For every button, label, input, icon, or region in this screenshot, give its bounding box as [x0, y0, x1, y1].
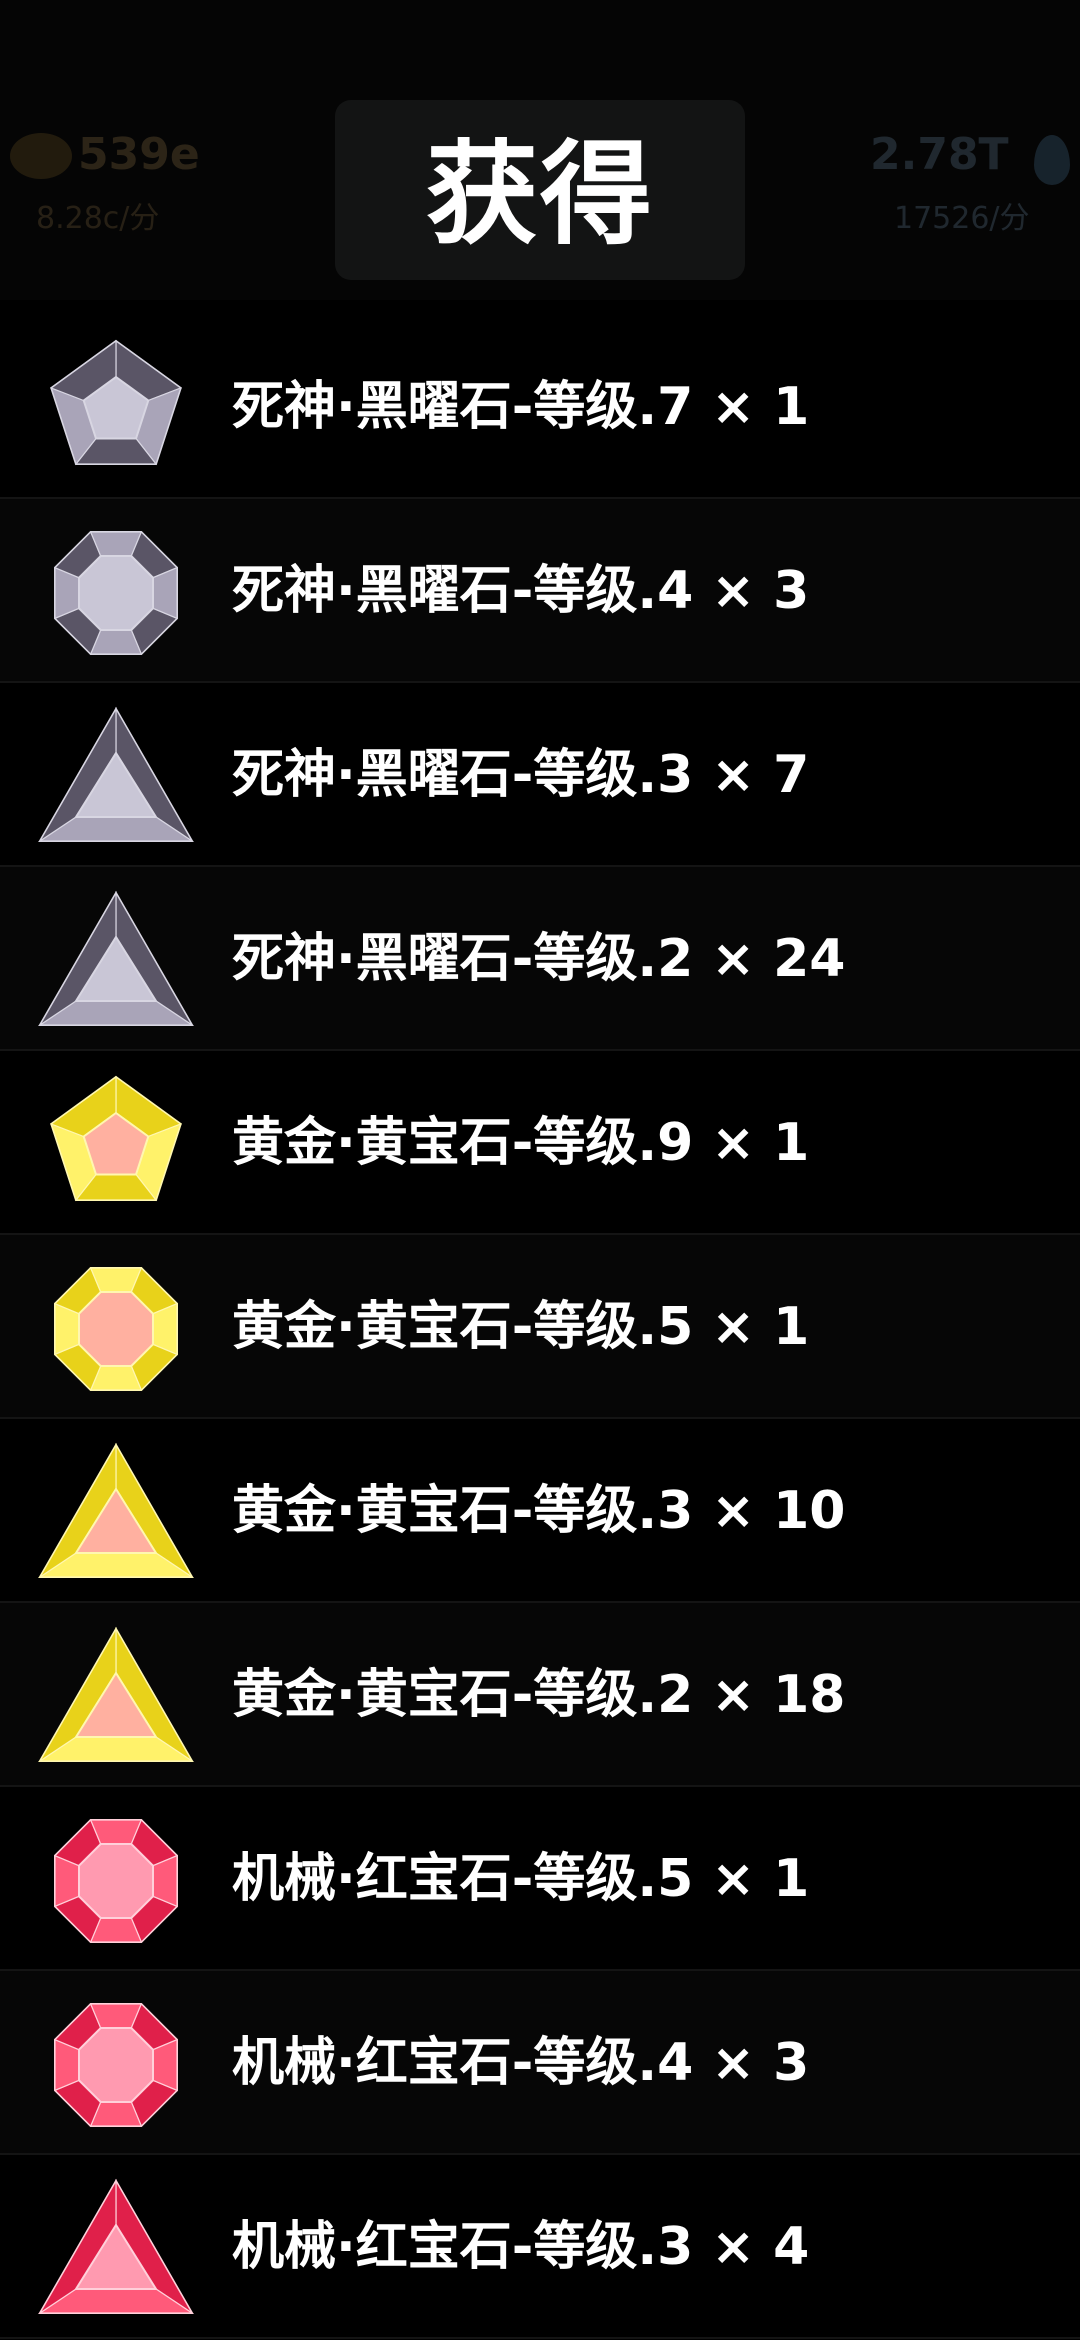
reward-list: 死神·黑曜石-等级.7 × 1 死神·黑曜石-等级.4 × 3 死神·黑曜石-等级.…	[0, 315, 1080, 2339]
reward-row: 机械·红宝石-等级.3 × 4	[0, 2155, 1080, 2339]
reward-row: 黄金·黄宝石-等级.9 × 1	[0, 1051, 1080, 1235]
reward-name: 死神·黑曜石-等级.3	[232, 745, 694, 805]
reward-name: 死神·黑曜石-等级.4	[232, 561, 694, 621]
obsidian-pentagon-gem-icon	[36, 337, 196, 477]
reward-name: 死神·黑曜石-等级.2	[232, 929, 694, 989]
reward-row: 死神·黑曜石-等级.3 × 7	[0, 683, 1080, 867]
reward-name: 黄金·黄宝石-等级.9	[232, 1113, 694, 1173]
reward-name: 黄金·黄宝石-等级.2	[232, 1665, 694, 1725]
reward-name: 黄金·黄宝石-等级.5	[232, 1297, 694, 1357]
reward-quantity: × 3	[711, 2033, 810, 2093]
obsidian-triangle-gem-icon	[36, 889, 196, 1029]
reward-row: 机械·红宝石-等级.4 × 3	[0, 1971, 1080, 2155]
reward-quantity: × 10	[711, 1481, 846, 1541]
ruby-octagon-gem-icon	[36, 1993, 196, 2133]
reward-label: 黄金·黄宝石-等级.5 × 1	[232, 1235, 809, 1419]
reward-label: 黄金·黄宝石-等级.3 × 10	[232, 1419, 845, 1603]
reward-label: 死神·黑曜石-等级.7 × 1	[232, 315, 809, 499]
topaz-pentagon-gem-icon	[36, 1073, 196, 1213]
reward-label: 黄金·黄宝石-等级.9 × 1	[232, 1051, 809, 1235]
ruby-octagon-gem-icon	[36, 1809, 196, 1949]
row-divider	[0, 2337, 1080, 2339]
reward-label: 黄金·黄宝石-等级.2 × 18	[232, 1603, 845, 1787]
topaz-triangle-gem-icon	[36, 1441, 196, 1581]
ruby-triangle-gem-icon	[36, 2177, 196, 2317]
reward-row: 死神·黑曜石-等级.2 × 24	[0, 867, 1080, 1051]
reward-name: 黄金·黄宝石-等级.3	[232, 1481, 694, 1541]
topaz-triangle-gem-icon	[36, 1625, 196, 1765]
reward-name: 机械·红宝石-等级.5	[232, 1849, 694, 1909]
reward-label: 机械·红宝石-等级.4 × 3	[232, 1971, 809, 2155]
reward-label: 机械·红宝石-等级.5 × 1	[232, 1787, 809, 1971]
reward-name: 死神·黑曜石-等级.7	[232, 377, 694, 437]
reward-quantity: × 1	[711, 1849, 810, 1909]
reward-row: 黄金·黄宝石-等级.5 × 1	[0, 1235, 1080, 1419]
reward-quantity: × 24	[711, 929, 846, 989]
reward-label: 死神·黑曜石-等级.2 × 24	[232, 867, 845, 1051]
reward-row: 机械·红宝石-等级.5 × 1	[0, 1787, 1080, 1971]
reward-title: 获得	[426, 130, 654, 260]
reward-row: 死神·黑曜石-等级.4 × 3	[0, 499, 1080, 683]
reward-quantity: × 1	[711, 377, 810, 437]
reward-quantity: × 7	[711, 745, 810, 805]
reward-label: 机械·红宝石-等级.3 × 4	[232, 2155, 809, 2339]
reward-label: 死神·黑曜石-等级.3 × 7	[232, 683, 809, 867]
reward-label: 死神·黑曜石-等级.4 × 3	[232, 499, 809, 683]
obsidian-triangle-gem-icon	[36, 705, 196, 845]
reward-row: 黄金·黄宝石-等级.3 × 10	[0, 1419, 1080, 1603]
reward-quantity: × 1	[711, 1113, 810, 1173]
reward-quantity: × 18	[711, 1665, 846, 1725]
reward-name: 机械·红宝石-等级.3	[232, 2217, 694, 2277]
reward-row: 黄金·黄宝石-等级.2 × 18	[0, 1603, 1080, 1787]
obsidian-octagon-gem-icon	[36, 521, 196, 661]
reward-name: 机械·红宝石-等级.4	[232, 2033, 694, 2093]
reward-quantity: × 3	[711, 561, 810, 621]
reward-quantity: × 1	[711, 1297, 810, 1357]
topaz-octagon-gem-icon	[36, 1257, 196, 1397]
reward-quantity: × 4	[711, 2217, 810, 2277]
reward-row: 死神·黑曜石-等级.7 × 1	[0, 315, 1080, 499]
